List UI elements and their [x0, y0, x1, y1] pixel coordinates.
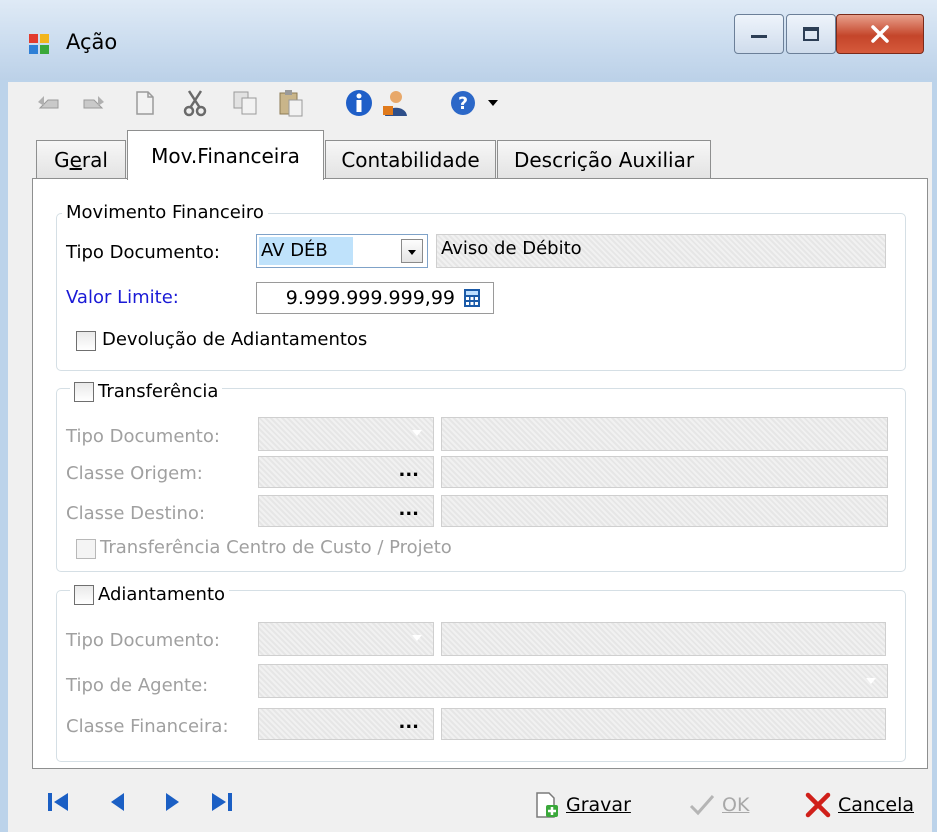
- devolucao-checkbox[interactable]: [76, 331, 96, 351]
- last-record-icon[interactable]: [210, 790, 234, 814]
- dropdown-arrow-icon[interactable]: [486, 96, 500, 110]
- transferencia-checkbox[interactable]: [74, 381, 94, 402]
- classe-destino-label: Classe Destino:: [66, 503, 206, 524]
- valor-limite-input[interactable]: 9.999.999.999,99: [256, 282, 494, 314]
- chevron-down-icon: [866, 678, 876, 684]
- app-icon: [29, 34, 49, 54]
- redo-icon[interactable]: [78, 88, 108, 118]
- adiant-tipo-documento-description: [441, 622, 886, 656]
- first-record-icon[interactable]: [46, 790, 70, 814]
- checkmark-icon: [689, 795, 715, 816]
- paste-icon[interactable]: [276, 88, 306, 118]
- adiant-tipo-documento-combo[interactable]: [258, 622, 434, 656]
- adiant-tipo-documento-label: Tipo Documento:: [66, 630, 220, 651]
- calculator-icon[interactable]: [463, 288, 481, 308]
- close-button[interactable]: [836, 14, 924, 54]
- help-icon[interactable]: ?: [448, 88, 478, 118]
- classe-destino-description: [441, 495, 888, 527]
- next-record-icon[interactable]: [160, 790, 184, 814]
- chevron-down-icon: [408, 250, 416, 255]
- bottom-bar: [8, 769, 932, 832]
- tab-descricao-auxiliar[interactable]: Descrição Auxiliar: [497, 140, 711, 178]
- classe-destino-browse-button[interactable]: ...: [258, 495, 434, 527]
- copy-icon[interactable]: [230, 88, 260, 118]
- tab-label: Mov.Financeira: [151, 143, 300, 168]
- minimize-icon: [751, 35, 767, 38]
- tab-contabilidade[interactable]: Contabilidade: [325, 140, 496, 178]
- maximize-button[interactable]: [786, 14, 836, 54]
- tab-label: Descrição Auxiliar: [513, 147, 695, 172]
- transf-tipo-documento-combo[interactable]: [258, 417, 434, 451]
- centro-custo-label: Transferência Centro de Custo / Projeto: [100, 537, 452, 558]
- svg-text:?: ?: [458, 94, 468, 114]
- tab-label: Contabilidade: [341, 147, 480, 172]
- tipo-documento-combo[interactable]: AV DÉB: [256, 234, 428, 268]
- cancela-button[interactable]: Cancela: [804, 790, 914, 820]
- ok-button[interactable]: OK: [688, 790, 749, 820]
- group-label: Movimento Financeiro: [62, 202, 268, 223]
- tipo-agente-combo[interactable]: [258, 664, 888, 698]
- close-icon: [871, 25, 889, 43]
- ok-label: OK: [722, 794, 750, 816]
- cut-icon[interactable]: [180, 88, 210, 118]
- user-icon[interactable]: [380, 88, 410, 118]
- minimize-button[interactable]: [734, 14, 784, 54]
- devolucao-label: Devolução de Adiantamentos: [102, 329, 368, 350]
- transf-tipo-documento-description: [441, 417, 888, 451]
- classe-financeira-browse-button[interactable]: ...: [258, 708, 434, 740]
- classe-origem-browse-button[interactable]: ...: [258, 456, 434, 488]
- chevron-down-icon: [412, 635, 422, 641]
- valor-limite-value: 9.999.999.999,99: [285, 287, 455, 309]
- save-document-icon: [536, 792, 558, 818]
- centro-custo-checkbox[interactable]: [76, 539, 96, 559]
- maximize-icon: [803, 27, 819, 41]
- tipo-documento-label: Tipo Documento:: [66, 242, 220, 263]
- tipo-documento-value: AV DÉB: [259, 237, 353, 265]
- gravar-label: Gravar: [566, 794, 631, 816]
- classe-origem-label: Classe Origem:: [66, 463, 203, 484]
- tab-mov-financeira[interactable]: Mov.Financeira: [127, 130, 324, 180]
- group-header: Adiantamento: [70, 584, 230, 605]
- cancel-x-icon: [805, 792, 831, 818]
- tab-geral[interactable]: Geral: [36, 140, 126, 178]
- adiantamento-checkbox[interactable]: [74, 584, 94, 605]
- group-label: Adiantamento: [98, 584, 226, 605]
- classe-financeira-description: [441, 708, 886, 740]
- tipo-documento-description: Aviso de Débito: [436, 234, 886, 268]
- classe-origem-description: [441, 456, 888, 488]
- new-document-icon[interactable]: [130, 88, 160, 118]
- classe-financeira-label: Classe Financeira:: [66, 716, 229, 737]
- info-icon[interactable]: [344, 88, 374, 118]
- group-header: Transferência: [70, 381, 223, 402]
- valor-limite-label: Valor Limite:: [66, 287, 179, 308]
- gravar-button[interactable]: Gravar: [534, 790, 631, 820]
- tab-label: Geral: [54, 147, 108, 172]
- chevron-down-icon: [412, 430, 422, 436]
- group-label: Transferência: [98, 381, 219, 402]
- undo-icon[interactable]: [34, 88, 64, 118]
- previous-record-icon[interactable]: [106, 790, 130, 814]
- transf-tipo-documento-label: Tipo Documento:: [66, 426, 220, 447]
- tipo-agente-label: Tipo de Agente:: [66, 675, 209, 696]
- cancela-label: Cancela: [838, 794, 915, 816]
- dropdown-button[interactable]: [401, 239, 423, 263]
- window-title: Ação: [66, 30, 118, 54]
